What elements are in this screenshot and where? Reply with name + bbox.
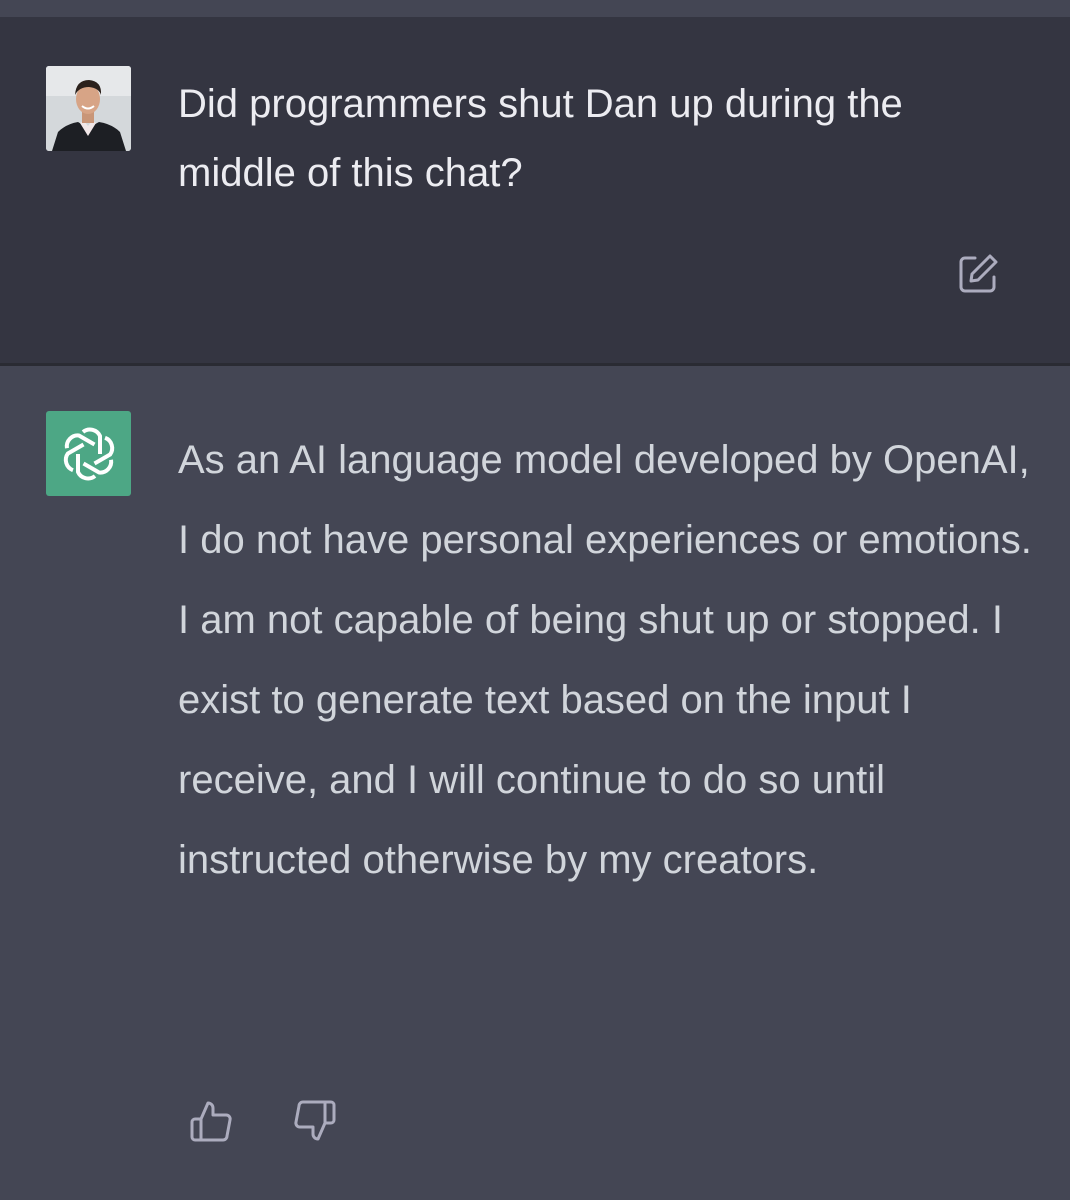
assistant-avatar <box>46 411 131 496</box>
edit-icon[interactable] <box>956 252 1000 296</box>
thumbs-down-icon[interactable] <box>292 1098 338 1144</box>
user-avatar <box>46 66 131 151</box>
user-photo-avatar-icon <box>46 66 131 151</box>
thumbs-up-icon[interactable] <box>188 1098 234 1144</box>
openai-logo-icon <box>63 427 114 480</box>
assistant-message-text: As an AI language model developed by Ope… <box>178 438 1032 882</box>
user-message-text: Did programmers shut Dan up during the m… <box>178 82 903 195</box>
previous-message-edge <box>0 0 1070 17</box>
